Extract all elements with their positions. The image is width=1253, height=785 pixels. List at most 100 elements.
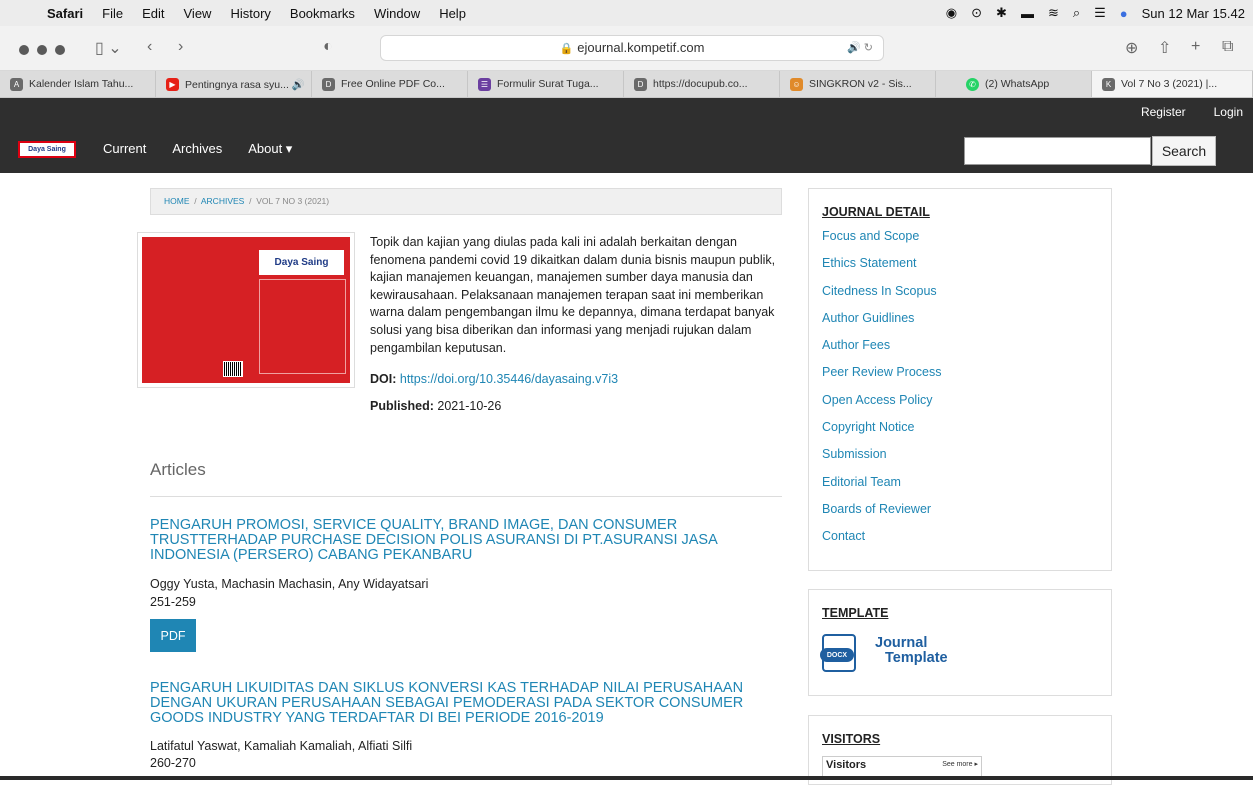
login-link[interactable]: Login: [1214, 105, 1243, 119]
template-line2: Template: [885, 650, 948, 666]
search-button[interactable]: Search: [1152, 136, 1216, 166]
tab-label: Vol 7 No 3 (2021) |...: [1121, 78, 1218, 90]
issue-cover[interactable]: Daya Saing: [137, 232, 355, 388]
issue-description: Topik dan kajian yang diulas pada kali i…: [370, 235, 776, 355]
tab-favicon-icon: D: [322, 77, 335, 91]
whatsapp-icon: ✆: [966, 77, 979, 91]
tab-bar: A Kalender Islam Tahu... ▶ Pentingnya rasa…: [0, 71, 1253, 98]
address-url: ejournal.kompetif.com: [577, 40, 705, 55]
journal-detail-title: JOURNAL DETAIL: [822, 205, 930, 219]
cover-logo-text: Daya Saing: [274, 257, 329, 268]
article-pages: 251-259: [150, 595, 196, 609]
nav-archives[interactable]: Archives: [172, 141, 222, 157]
see-more-link[interactable]: See more ▸: [942, 760, 978, 768]
battery-icon[interactable]: ▬: [1021, 6, 1034, 21]
pdf-button[interactable]: PDF: [150, 619, 196, 652]
sidebar-link-submission[interactable]: Submission: [822, 447, 942, 474]
sidebar-link-open-access[interactable]: Open Access Policy: [822, 393, 942, 420]
article-title-link[interactable]: PENGARUH LIKUIDITAS DAN SIKLUS KONVERSI …: [150, 681, 782, 726]
sidebar-link-author-guidlines[interactable]: Author Guidlines: [822, 311, 942, 338]
menu-app-name[interactable]: Safari: [47, 6, 83, 21]
published-label: Published:: [370, 399, 434, 413]
cover-image: Daya Saing: [142, 237, 350, 383]
nav-about[interactable]: About ▾: [248, 141, 292, 157]
control-center-icon[interactable]: ☰: [1094, 5, 1106, 21]
published-date: 2021-10-26: [437, 399, 502, 413]
journal-template-link[interactable]: DOCX Journal Template: [820, 634, 962, 674]
cover-logo: Daya Saing: [259, 250, 344, 275]
browser-tab[interactable]: Dhttps://docupub.co...: [624, 71, 780, 97]
share-icon[interactable]: ⇧: [1158, 38, 1171, 58]
menubar-clock[interactable]: Sun 12 Mar 15.42: [1142, 6, 1245, 21]
play-icon[interactable]: ⊙: [971, 5, 982, 21]
tab-label: https://docupub.co...: [653, 78, 748, 90]
article-authors: Latifatul Yaswat, Kamaliah Kamaliah, Alf…: [150, 739, 413, 753]
back-icon[interactable]: ‹: [147, 38, 152, 56]
browser-tab[interactable]: ☰ Formulir Surat Tuga...: [468, 71, 624, 97]
site-logo[interactable]: Daya Saing: [18, 141, 76, 158]
menu-file[interactable]: File: [102, 6, 123, 21]
spotlight-icon[interactable]: ⌕: [1073, 5, 1080, 21]
tab-overview-icon[interactable]: ⧉: [1222, 38, 1233, 56]
record-icon[interactable]: ◉: [946, 5, 957, 21]
sidebar-link-focus-scope[interactable]: Focus and Scope: [822, 229, 942, 256]
menu-history[interactable]: History: [230, 6, 270, 21]
menu-edit[interactable]: Edit: [142, 6, 164, 21]
sidebar-link-ethics[interactable]: Ethics Statement: [822, 256, 942, 283]
sidebar-link-reviewers[interactable]: Boards of Reviewer: [822, 502, 942, 529]
browser-tab-active[interactable]: K Vol 7 No 3 (2021) |...: [1092, 71, 1253, 97]
menu-bookmarks[interactable]: Bookmarks: [290, 6, 355, 21]
menu-help[interactable]: Help: [439, 6, 466, 21]
breadcrumb-separator: /: [249, 196, 252, 206]
menu-window[interactable]: Window: [374, 6, 420, 21]
browser-tab[interactable]: A Kalender Islam Tahu...: [0, 71, 156, 97]
reload-icon[interactable]: 🔊 ↻: [847, 36, 873, 60]
forms-icon: ☰: [478, 77, 491, 91]
articles-heading: Articles: [150, 460, 206, 479]
sidebar-link-citedness[interactable]: Citedness In Scopus: [822, 284, 942, 311]
breadcrumb-home[interactable]: HOME: [164, 196, 190, 206]
window-bottom-edge: [0, 776, 1253, 780]
doi-label: DOI:: [370, 372, 397, 386]
browser-tab[interactable]: ▶ Pentingnya rasa syu... 🔊: [156, 71, 312, 97]
sidebar-link-copyright[interactable]: Copyright Notice: [822, 420, 942, 447]
sidebar-toggle-icon[interactable]: ▯ ⌄: [95, 38, 122, 58]
breadcrumb-separator: /: [194, 196, 197, 206]
menu-view[interactable]: View: [184, 6, 212, 21]
breadcrumb-current: VOL 7 NO 3 (2021): [256, 196, 330, 206]
breadcrumb: HOME / ARCHIVES / VOL 7 NO 3 (2021): [150, 188, 782, 215]
doi-link[interactable]: https://doi.org/10.35446/dayasaing.v7i3: [400, 372, 618, 386]
sidebar-link-peer-review[interactable]: Peer Review Process: [822, 365, 942, 392]
zoom-window-icon[interactable]: [55, 45, 65, 55]
browser-tab[interactable]: ☺ SINGKRON v2 - Sis...: [780, 71, 936, 97]
article-authors: Oggy Yusta, Machasin Machasin, Any Widay…: [150, 577, 429, 591]
address-bar[interactable]: 🔒 ejournal.kompetif.com 🔊 ↻: [380, 35, 884, 61]
tab-label: Free Online PDF Co...: [341, 78, 445, 90]
browser-tab[interactable]: D Free Online PDF Co...: [312, 71, 468, 97]
issue-doi: DOI: https://doi.org/10.35446/dayasaing.…: [370, 372, 618, 386]
docx-badge: DOCX: [820, 648, 854, 662]
forward-icon[interactable]: ›: [178, 38, 183, 56]
new-tab-icon[interactable]: +: [1191, 38, 1200, 56]
tab-favicon-icon: K: [1102, 77, 1115, 91]
bluetooth-icon[interactable]: ✱: [996, 5, 1007, 21]
search-input[interactable]: [964, 137, 1151, 165]
window-controls[interactable]: [19, 45, 65, 55]
browser-tab[interactable]: ✆ (2) WhatsApp: [936, 71, 1092, 97]
visitors-title: VISITORS: [822, 732, 881, 746]
minimize-window-icon[interactable]: [37, 45, 47, 55]
sidebar-link-contact[interactable]: Contact: [822, 529, 942, 556]
sidebar-link-editorial-team[interactable]: Editorial Team: [822, 475, 942, 502]
tab-label: SINGKRON v2 - Sis...: [809, 78, 912, 90]
privacy-shield-icon[interactable]: ◐: [323, 38, 333, 56]
sidebar-link-author-fees[interactable]: Author Fees: [822, 338, 942, 365]
downloads-icon[interactable]: ⊕: [1125, 38, 1138, 58]
wifi-icon[interactable]: ≋: [1048, 5, 1059, 21]
siri-icon[interactable]: ●: [1120, 6, 1128, 21]
close-window-icon[interactable]: [19, 45, 29, 55]
template-line1: Journal: [875, 635, 928, 651]
nav-current[interactable]: Current: [103, 141, 146, 157]
breadcrumb-archives[interactable]: ARCHIVES: [201, 196, 244, 206]
register-link[interactable]: Register: [1141, 105, 1186, 119]
article-title-link[interactable]: PENGARUH PROMOSI, SERVICE QUALITY, BRAND…: [150, 518, 782, 563]
